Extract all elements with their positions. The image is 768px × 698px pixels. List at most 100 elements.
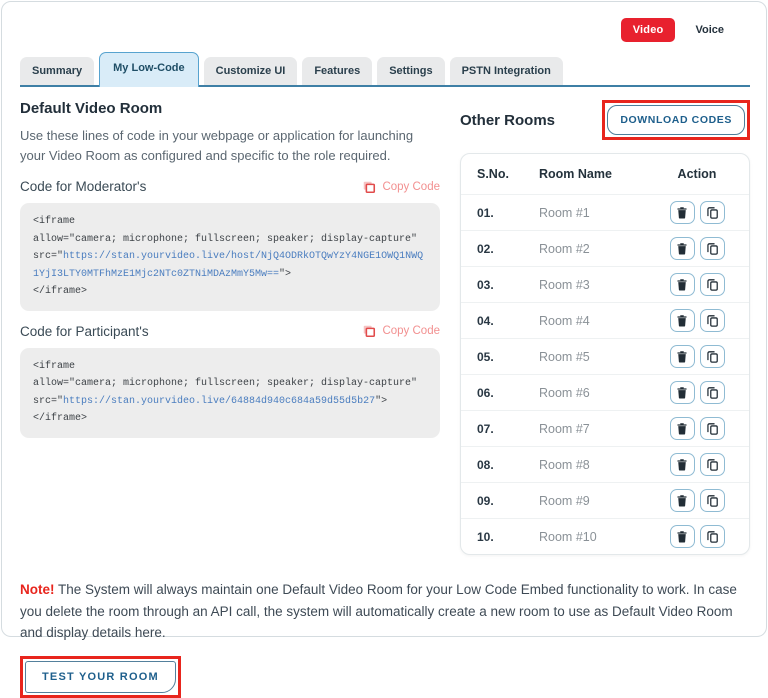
annotation-highlight-test: TEST YOUR ROOM: [20, 655, 181, 698]
tab-my-low-code[interactable]: My Low-Code: [99, 52, 199, 87]
rooms-table-body: 01. Room #1 02. Room #2 03. Room #3 04. …: [461, 194, 749, 554]
table-row: 08. Room #8: [461, 446, 749, 482]
delete-room-button[interactable]: [669, 489, 695, 512]
tab-summary[interactable]: Summary: [20, 57, 95, 85]
tab-customize-ui[interactable]: Customize UI: [203, 57, 298, 85]
row-name: Room #5: [539, 349, 590, 364]
table-row: 04. Room #4: [461, 302, 749, 338]
table-row: 02. Room #2: [461, 230, 749, 266]
row-sno: 02.: [477, 241, 494, 256]
code-line: allow="camera; microphone; fullscreen; s…: [33, 233, 418, 245]
trash-icon: [677, 350, 687, 363]
delete-room-button[interactable]: [669, 201, 695, 224]
default-room-title: Default Video Room: [20, 100, 163, 117]
delete-room-button[interactable]: [669, 309, 695, 332]
voice-toggle-button[interactable]: Voice: [695, 24, 724, 36]
copy-icon: [706, 530, 718, 543]
moderator-code-url: https://stan.yourvideo.live/host/NjQ4ODR…: [33, 251, 424, 280]
delete-room-button[interactable]: [669, 345, 695, 368]
delete-room-button[interactable]: [669, 417, 695, 440]
table-row: 09. Room #9: [461, 482, 749, 518]
copy-room-code-button[interactable]: [699, 453, 725, 476]
trash-icon: [677, 386, 687, 399]
copy-icon: [706, 494, 718, 507]
row-sno: 08.: [477, 457, 494, 472]
copy-icon: [706, 386, 718, 399]
copy-room-code-button[interactable]: [699, 309, 725, 332]
rooms-table: S.No. Room Name Action 01. Room #1 02. R…: [460, 153, 750, 555]
delete-room-button[interactable]: [669, 525, 695, 548]
column-room-name: Room Name: [539, 167, 612, 181]
row-name: Room #3: [539, 277, 590, 292]
note-text: Note! The System will always maintain on…: [20, 579, 750, 644]
video-toggle-button[interactable]: Video: [620, 18, 676, 42]
other-rooms-title: Other Rooms: [460, 111, 556, 129]
trash-icon: [677, 458, 687, 471]
moderator-copy-code-link[interactable]: Copy Code: [362, 180, 440, 194]
test-your-room-button[interactable]: TEST YOUR ROOM: [25, 660, 176, 693]
row-sno: 05.: [477, 349, 494, 364]
row-name: Room #8: [539, 457, 590, 472]
copy-icon: [706, 206, 718, 219]
code-line: <iframe: [33, 216, 76, 228]
table-row: 10. Room #10: [461, 518, 749, 554]
copy-icon: [706, 278, 718, 291]
trash-icon: [677, 242, 687, 255]
tab-bar: Summary My Low-Code Customize UI Feature…: [20, 52, 750, 87]
copy-room-code-button[interactable]: [699, 201, 725, 224]
table-row: 05. Room #5: [461, 338, 749, 374]
column-action: Action: [677, 167, 717, 181]
copy-room-code-button[interactable]: [699, 417, 725, 440]
copy-room-code-button[interactable]: [699, 237, 725, 260]
trash-icon: [677, 530, 687, 543]
participant-code-url: https://stan.yourvideo.live/64884d940c68…: [63, 395, 376, 407]
copy-room-code-button[interactable]: [699, 489, 725, 512]
row-name: Room #7: [539, 421, 590, 436]
rooms-table-header: S.No. Room Name Action: [461, 154, 749, 194]
code-line: allow="camera; microphone; fullscreen; s…: [33, 378, 418, 390]
copy-room-code-button[interactable]: [699, 525, 725, 548]
download-codes-button[interactable]: DOWNLOAD CODES: [607, 105, 745, 135]
row-sno: 03.: [477, 277, 494, 292]
participant-code-label: Code for Participant's: [20, 323, 149, 339]
row-sno: 04.: [477, 313, 494, 328]
copy-room-code-button[interactable]: [699, 273, 725, 296]
row-name: Room #2: [539, 241, 590, 256]
code-line: </iframe>: [33, 286, 88, 298]
copy-icon: [706, 422, 718, 435]
low-code-page: Video Voice Summary My Low-Code Customiz…: [1, 1, 767, 698]
tab-features[interactable]: Features: [302, 57, 373, 85]
row-name: Room #6: [539, 385, 590, 400]
copy-icon: [706, 314, 718, 327]
code-line: </iframe>: [33, 413, 88, 425]
table-row: 01. Room #1: [461, 194, 749, 230]
delete-room-button[interactable]: [669, 453, 695, 476]
table-row: 03. Room #3: [461, 266, 749, 302]
trash-icon: [677, 278, 687, 291]
row-sno: 07.: [477, 421, 494, 436]
media-toggle: Video Voice: [20, 16, 724, 44]
code-line: src="https://stan.yourvideo.live/64884d9…: [33, 395, 388, 407]
row-sno: 06.: [477, 385, 494, 400]
tab-pstn-integration[interactable]: PSTN Integration: [449, 57, 563, 85]
moderator-code-block: <iframe allow="camera; microphone; fulls…: [20, 203, 440, 311]
row-name: Room #10: [539, 529, 597, 544]
annotation-highlight-download: DOWNLOAD CODES: [602, 100, 750, 140]
delete-room-button[interactable]: [669, 381, 695, 404]
row-sno: 10.: [477, 529, 494, 544]
note-prefix: Note!: [20, 582, 55, 597]
note-body: The System will always maintain one Defa…: [20, 582, 737, 641]
row-name: Room #4: [539, 313, 590, 328]
default-room-description: Use these lines of code in your webpage …: [20, 128, 414, 164]
participant-copy-code-link[interactable]: Copy Code: [362, 324, 440, 338]
other-rooms-section: Other Rooms DOWNLOAD CODES S.No. Room Na…: [460, 100, 750, 555]
copy-room-code-button[interactable]: [699, 381, 725, 404]
code-line: src="https://stan.yourvideo.live/host/Nj…: [33, 251, 424, 280]
delete-room-button[interactable]: [669, 273, 695, 296]
copy-icon: [706, 242, 718, 255]
moderator-copy-code-label: Copy Code: [382, 180, 440, 193]
delete-room-button[interactable]: [669, 237, 695, 260]
tab-settings[interactable]: Settings: [377, 57, 445, 85]
participant-copy-code-label: Copy Code: [382, 325, 440, 338]
copy-room-code-button[interactable]: [699, 345, 725, 368]
